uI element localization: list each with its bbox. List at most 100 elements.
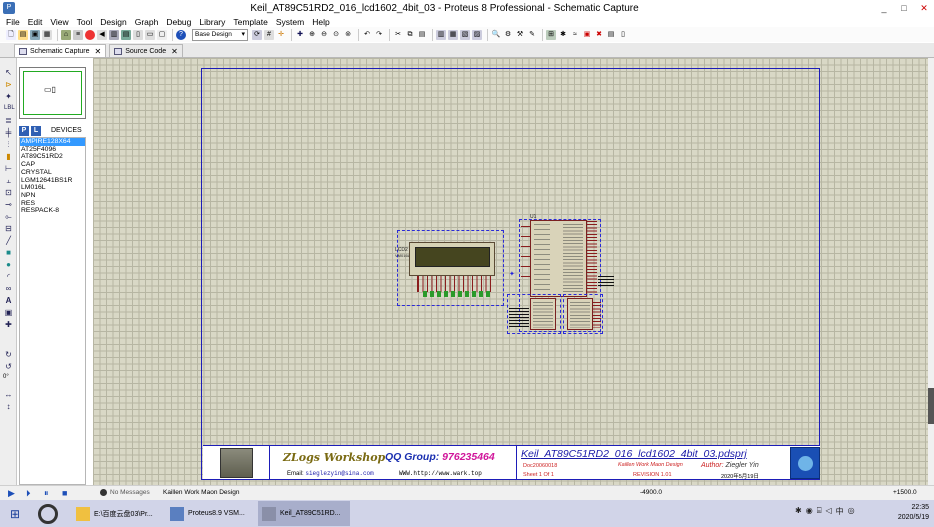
netlist-icon[interactable]: ▣ [582, 30, 592, 40]
delete-icon[interactable]: ✖ [594, 30, 604, 40]
messages-status[interactable]: No Messages [100, 489, 150, 496]
play-icon[interactable]: ▶ [8, 488, 18, 498]
step-icon[interactable]: ⏵ [26, 488, 36, 498]
vertical-scrollbar[interactable] [928, 58, 934, 485]
help-icon[interactable]: ? [176, 29, 186, 40]
overview-window[interactable]: ▭▯ [19, 67, 86, 119]
menu-debug[interactable]: Debug [166, 17, 191, 27]
tape-recorder-icon[interactable]: ⊡ [4, 188, 13, 197]
menu-edit[interactable]: Edit [28, 17, 43, 27]
taskbar-explorer[interactable]: E:\百度云盘03\Pr... [72, 501, 162, 526]
list-item[interactable]: AMPIRE128X64 [20, 138, 85, 146]
block-delete-icon[interactable]: ▨ [472, 29, 482, 40]
probe-icon[interactable]: ⟜ [4, 212, 13, 221]
generator-icon[interactable]: ⊸ [4, 200, 13, 209]
packaging-icon[interactable]: ⚒ [515, 30, 525, 40]
wire-autorouter-icon[interactable]: ⊞ [546, 29, 556, 40]
2d-box-icon[interactable]: ■ [4, 248, 13, 257]
selection-mode-icon[interactable]: ↖ [4, 68, 13, 77]
bom-icon[interactable]: ▤ [121, 29, 131, 40]
mirror-x-icon[interactable]: ↔ [4, 390, 13, 399]
taskbar-proteus-vsm[interactable]: Proteus8.9 VSM... [166, 501, 254, 526]
menu-system[interactable]: System [276, 17, 304, 27]
device-pins-icon[interactable]: ⊢ [4, 164, 13, 173]
ime-indicator[interactable]: 中 [836, 506, 844, 517]
property-assign-icon[interactable]: ≈ [570, 30, 580, 40]
menu-template[interactable]: Template [233, 17, 268, 27]
mirror-y-icon[interactable]: ↕ [4, 402, 13, 411]
source-code-icon[interactable]: ▯ [133, 29, 143, 40]
search-icon[interactable] [38, 504, 58, 524]
new-file-icon[interactable]: 🗋 [6, 29, 16, 40]
list-item[interactable]: RES [20, 200, 85, 208]
windows-start-icon[interactable]: ⊞ [10, 507, 20, 521]
3d-view-icon[interactable]: ▢ [157, 29, 167, 40]
lcd-component[interactable] [409, 242, 495, 276]
block-move-icon[interactable]: ▦ [448, 29, 458, 40]
tab-source-code[interactable]: Source Code ✕ [109, 44, 183, 57]
cut-icon[interactable]: ✂ [393, 30, 403, 40]
minimize-button[interactable]: _ [874, 3, 894, 13]
decompose-icon[interactable]: ✎ [527, 30, 537, 40]
zoom-out-icon[interactable]: ⊖ [319, 30, 329, 40]
zoom-area-icon[interactable]: ⊚ [343, 30, 353, 40]
menu-graph[interactable]: Graph [135, 17, 159, 27]
copy-icon[interactable]: ⧉ [405, 30, 415, 40]
2d-text-icon[interactable]: A [4, 296, 13, 305]
grid-icon[interactable]: # [264, 29, 274, 40]
peripheral-chip[interactable] [567, 298, 593, 330]
pause-icon[interactable]: ⏸ [44, 488, 54, 498]
block-copy-icon[interactable]: ▥ [436, 29, 446, 40]
list-item[interactable]: CAP [20, 161, 85, 169]
scrollbar-thumb[interactable] [928, 388, 934, 424]
list-item[interactable]: RESPACK-8 [20, 207, 85, 215]
menu-help[interactable]: Help [312, 17, 329, 27]
terminals-icon[interactable]: ▮ [4, 152, 13, 161]
design-explorer-icon[interactable]: ▥ [109, 29, 119, 40]
home-icon[interactable]: ⌂ [61, 29, 71, 40]
gerber-icon[interactable]: ◀ [97, 29, 107, 40]
pick-device-icon[interactable]: 🔍 [491, 30, 501, 40]
2d-symbol-icon[interactable]: ▣ [4, 308, 13, 317]
rotate-anticlockwise-icon[interactable]: ↺ [4, 362, 13, 371]
zoom-all-icon[interactable]: ⊙ [331, 30, 341, 40]
pick-from-library-button[interactable]: P [19, 125, 29, 136]
taskbar-proteus-active[interactable]: Keil_AT89C51RD... [258, 501, 350, 526]
close-tab-icon[interactable]: ✕ [171, 47, 178, 56]
menu-file[interactable]: File [6, 17, 20, 27]
list-item[interactable]: AT89C51RD2 [20, 153, 85, 161]
2d-path-icon[interactable]: ∞ [4, 284, 13, 293]
network-icon[interactable]: ⌸ [817, 506, 822, 517]
list-item[interactable]: LM016L [20, 184, 85, 192]
component-mode-icon[interactable]: ⊳ [4, 80, 13, 89]
list-item[interactable]: LGM12641BS1R [20, 177, 85, 185]
close-button[interactable]: ✕ [914, 3, 934, 14]
volume-icon[interactable]: ◁ [826, 506, 832, 517]
app-tray-icon[interactable]: ◎ [848, 506, 855, 517]
device-list[interactable]: AMPIRE128X64 AT25F4096 AT89C51RD2 CAP CR… [19, 137, 86, 485]
zoom-in-icon[interactable]: ⊕ [307, 30, 317, 40]
save-icon[interactable]: ▣ [30, 29, 40, 40]
library-manager-button[interactable]: L [31, 125, 41, 136]
open-file-icon[interactable]: ▤ [18, 29, 28, 40]
wire-label-icon[interactable]: LBL [4, 104, 15, 113]
text-script-icon[interactable]: ≣ [4, 116, 13, 125]
block-rotate-icon[interactable]: ▧ [460, 29, 470, 40]
schematic-icon[interactable]: ≡ [73, 29, 83, 40]
memory-chip[interactable] [530, 298, 556, 330]
close-tab-icon[interactable]: ✕ [95, 47, 102, 56]
stop-icon[interactable]: ■ [62, 488, 72, 498]
design-selector[interactable]: Base Design [192, 28, 248, 41]
2d-circle-icon[interactable]: ● [4, 260, 13, 269]
schematic-canvas[interactable]: LCD2 VM016L ✦ U1 AT89C51RD2 [93, 58, 928, 485]
2d-line-icon[interactable]: ╱ [4, 236, 13, 245]
rotation-angle[interactable]: 0° [3, 374, 9, 380]
tab-schematic-capture[interactable]: Schematic Capture ✕ [14, 44, 107, 57]
bluetooth-icon[interactable]: ✱ [795, 506, 802, 517]
pan-icon[interactable]: ✚ [295, 30, 305, 40]
electrical-check-icon[interactable]: ▤ [606, 30, 616, 40]
make-device-icon[interactable]: ⚙ [503, 30, 513, 40]
origin-icon[interactable]: ✛ [276, 30, 286, 40]
menu-view[interactable]: View [50, 17, 68, 27]
menu-tool[interactable]: Tool [77, 17, 93, 27]
